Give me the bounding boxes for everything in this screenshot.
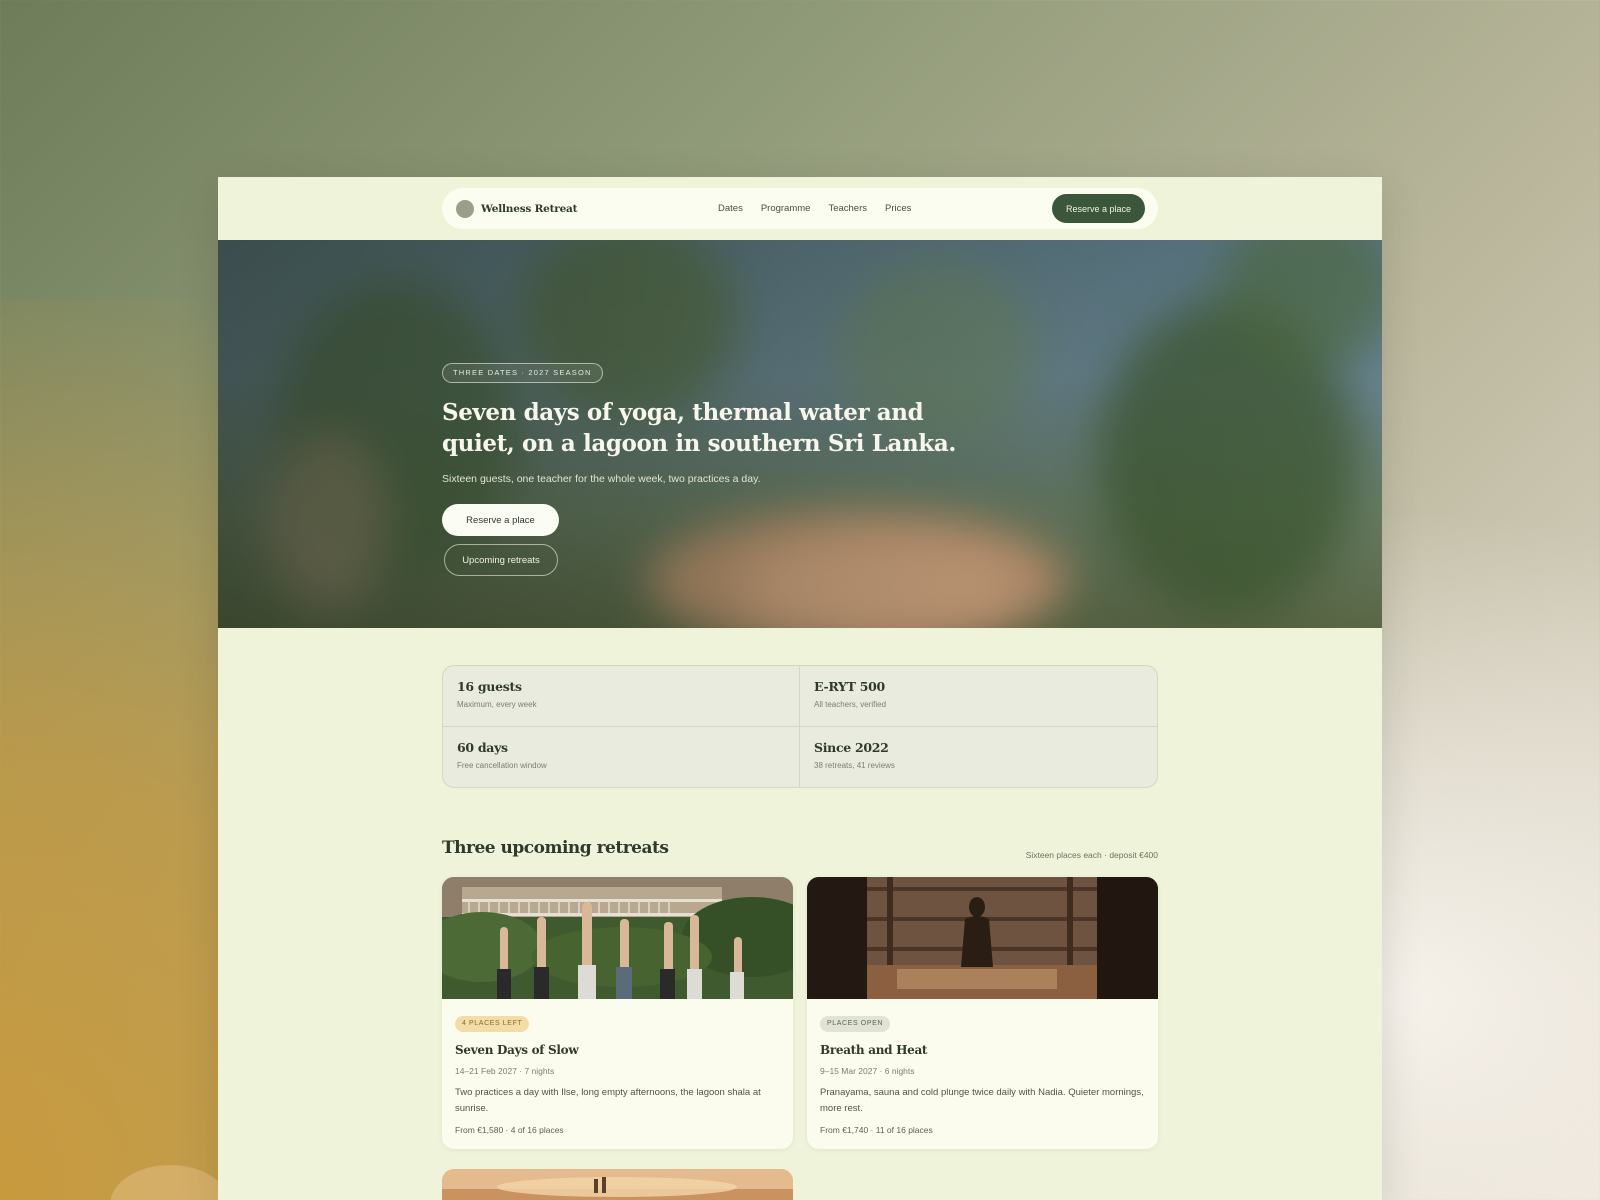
stat-title: Since 2022	[814, 739, 889, 755]
status-badge: 4 PLACES LEFT	[455, 1016, 530, 1032]
outdoor-yoga-class-image	[442, 877, 793, 999]
nav-link-teachers[interactable]: Teachers	[828, 203, 867, 214]
hero-subtitle: Sixteen guests, one teacher for the whol…	[442, 473, 761, 485]
retreat-description: Two practices a day with Ilse, long empt…	[455, 1087, 761, 1114]
logo-circle-icon[interactable]	[456, 199, 474, 218]
retreat-description: Pranayama, sauna and cold plunge twice d…	[820, 1087, 1144, 1114]
stat-subtitle: Free cancellation window	[457, 760, 547, 770]
landing-page: Wellness Retreat Dates Programme Teacher…	[218, 177, 1382, 1200]
stat-title: E-RYT 500	[814, 679, 885, 694]
retreats-section-title: Three upcoming retreats	[442, 838, 669, 858]
retreat-card-body: 4 PLACES LEFT Seven Days of Slow 14–21 F…	[442, 999, 793, 1148]
retreat-dates: 9–15 Mar 2027 · 6 nights	[820, 1066, 915, 1076]
site-header: Wellness Retreat Dates Programme Teacher…	[218, 177, 1382, 240]
stat-subtitle: Maximum, every week	[457, 700, 537, 709]
retreat-price: From €1,580 · 4 of 16 places	[455, 1125, 564, 1135]
brand-name[interactable]: Wellness Retreat	[481, 203, 578, 215]
stat-item: E-RYT 500 All teachers, verified	[800, 666, 1157, 727]
hero-section: THREE DATES · 2027 SEASON Seven days of …	[218, 240, 1382, 628]
retreat-card[interactable]: 4 PLACES LEFT Seven Days of Slow 14–21 F…	[442, 877, 793, 1149]
season-badge: THREE DATES · 2027 SEASON	[442, 363, 603, 383]
retreat-card[interactable]: PLACES OPEN Breath and Heat 9–15 Mar 202…	[807, 877, 1158, 1149]
nav-links: Dates Programme Teachers Prices	[718, 188, 911, 229]
retreat-title[interactable]: Seven Days of Slow	[455, 1043, 780, 1057]
nav-link-prices[interactable]: Prices	[885, 203, 911, 214]
retreat-price: From €1,740 · 11 of 16 places	[820, 1125, 933, 1135]
stat-title: 60 days	[457, 739, 508, 755]
stat-subtitle: 38 retreats, 41 reviews	[814, 760, 895, 770]
navbar: Wellness Retreat Dates Programme Teacher…	[442, 188, 1158, 229]
upcoming-retreats-button[interactable]: Upcoming retreats	[444, 544, 558, 576]
stat-item: Since 2022 38 retreats, 41 reviews	[800, 727, 1157, 788]
retreat-card-image	[442, 877, 793, 999]
hero-content: THREE DATES · 2027 SEASON Seven days of …	[442, 362, 962, 576]
retreats-section-note: Sixteen places each · deposit €400	[1025, 850, 1158, 860]
reserve-place-button[interactable]: Reserve a place	[1051, 194, 1145, 223]
stat-item: 16 guests Maximum, every week	[443, 666, 800, 727]
hero-title: Seven days of yoga, thermal water and qu…	[442, 399, 956, 457]
status-badge: PLACES OPEN	[820, 1016, 891, 1032]
sunset-lagoon-image	[442, 1169, 793, 1200]
nav-link-dates[interactable]: Dates	[718, 203, 743, 214]
retreat-card-partial[interactable]	[442, 1169, 793, 1200]
meditation-shala-image	[807, 877, 1158, 999]
stat-subtitle: All teachers, verified	[814, 700, 887, 709]
stats-grid: 16 guests Maximum, every week E-RYT 500 …	[442, 665, 1158, 788]
stat-title: 16 guests	[457, 679, 522, 694]
retreat-dates: 14–21 Feb 2027 · 7 nights	[455, 1066, 555, 1076]
retreat-card-image	[807, 877, 1158, 999]
hero-reserve-button[interactable]: Reserve a place	[442, 504, 559, 536]
nav-link-programme[interactable]: Programme	[761, 203, 811, 214]
stat-item: 60 days Free cancellation window	[443, 726, 800, 787]
retreat-title[interactable]: Breath and Heat	[820, 1043, 1145, 1057]
retreat-card-body: PLACES OPEN Breath and Heat 9–15 Mar 202…	[807, 999, 1158, 1148]
